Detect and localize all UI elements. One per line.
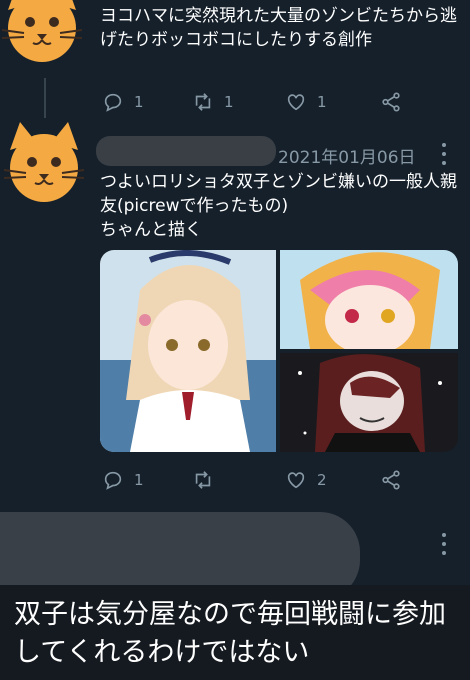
tweet1-text: ヨコハマに突然現れた大量のゾンビたちから逃げたりボッコボコにしたりする創作 — [100, 6, 457, 50]
share-icon — [382, 92, 400, 112]
redacted-username — [96, 136, 276, 166]
retweet-button[interactable]: 1 — [192, 90, 234, 114]
tweet2-actions: 1 2 — [102, 468, 402, 492]
more-icon[interactable] — [441, 533, 447, 555]
like-icon — [287, 94, 305, 111]
share-button[interactable] — [380, 90, 402, 114]
retweet-icon — [195, 471, 211, 489]
tweet2-text: つよいロリショタ双子とゾンビ嫌いの一般人親友(picrewで作ったもの) ちゃん… — [100, 172, 457, 240]
share-button[interactable] — [380, 468, 402, 492]
tweet-date: 2021年01月06日 — [278, 148, 416, 168]
retweet-button[interactable] — [192, 468, 224, 492]
image-pink-hair-character[interactable] — [280, 250, 458, 349]
reply-button[interactable]: 1 — [102, 468, 144, 492]
like-button[interactable]: 2 — [285, 468, 327, 492]
reply-button[interactable]: 1 — [102, 90, 144, 114]
like-count: 1 — [317, 93, 327, 111]
thread-line — [44, 78, 46, 118]
image-blonde-girl[interactable] — [100, 250, 276, 452]
share-icon — [382, 470, 400, 490]
like-button[interactable]: 1 — [285, 90, 327, 114]
like-count: 2 — [317, 471, 327, 489]
image-dark-hair-character[interactable] — [280, 353, 458, 452]
media-grid[interactable] — [100, 250, 458, 452]
cat-avatar-icon[interactable] — [0, 0, 86, 68]
reply-icon — [104, 471, 122, 490]
reply-count: 1 — [134, 471, 144, 489]
tweet1-actions: 1 1 1 — [102, 90, 402, 114]
cat-avatar-icon[interactable] — [0, 120, 88, 208]
reply-count: 1 — [134, 93, 144, 111]
caption-text: 双子は気分屋なので毎回戦闘に参加してくれるわけではない — [14, 599, 446, 668]
more-icon[interactable] — [441, 143, 447, 165]
retweet-icon — [195, 93, 211, 111]
reply-icon — [104, 93, 122, 112]
retweet-count: 1 — [224, 93, 234, 111]
like-icon — [287, 472, 305, 489]
